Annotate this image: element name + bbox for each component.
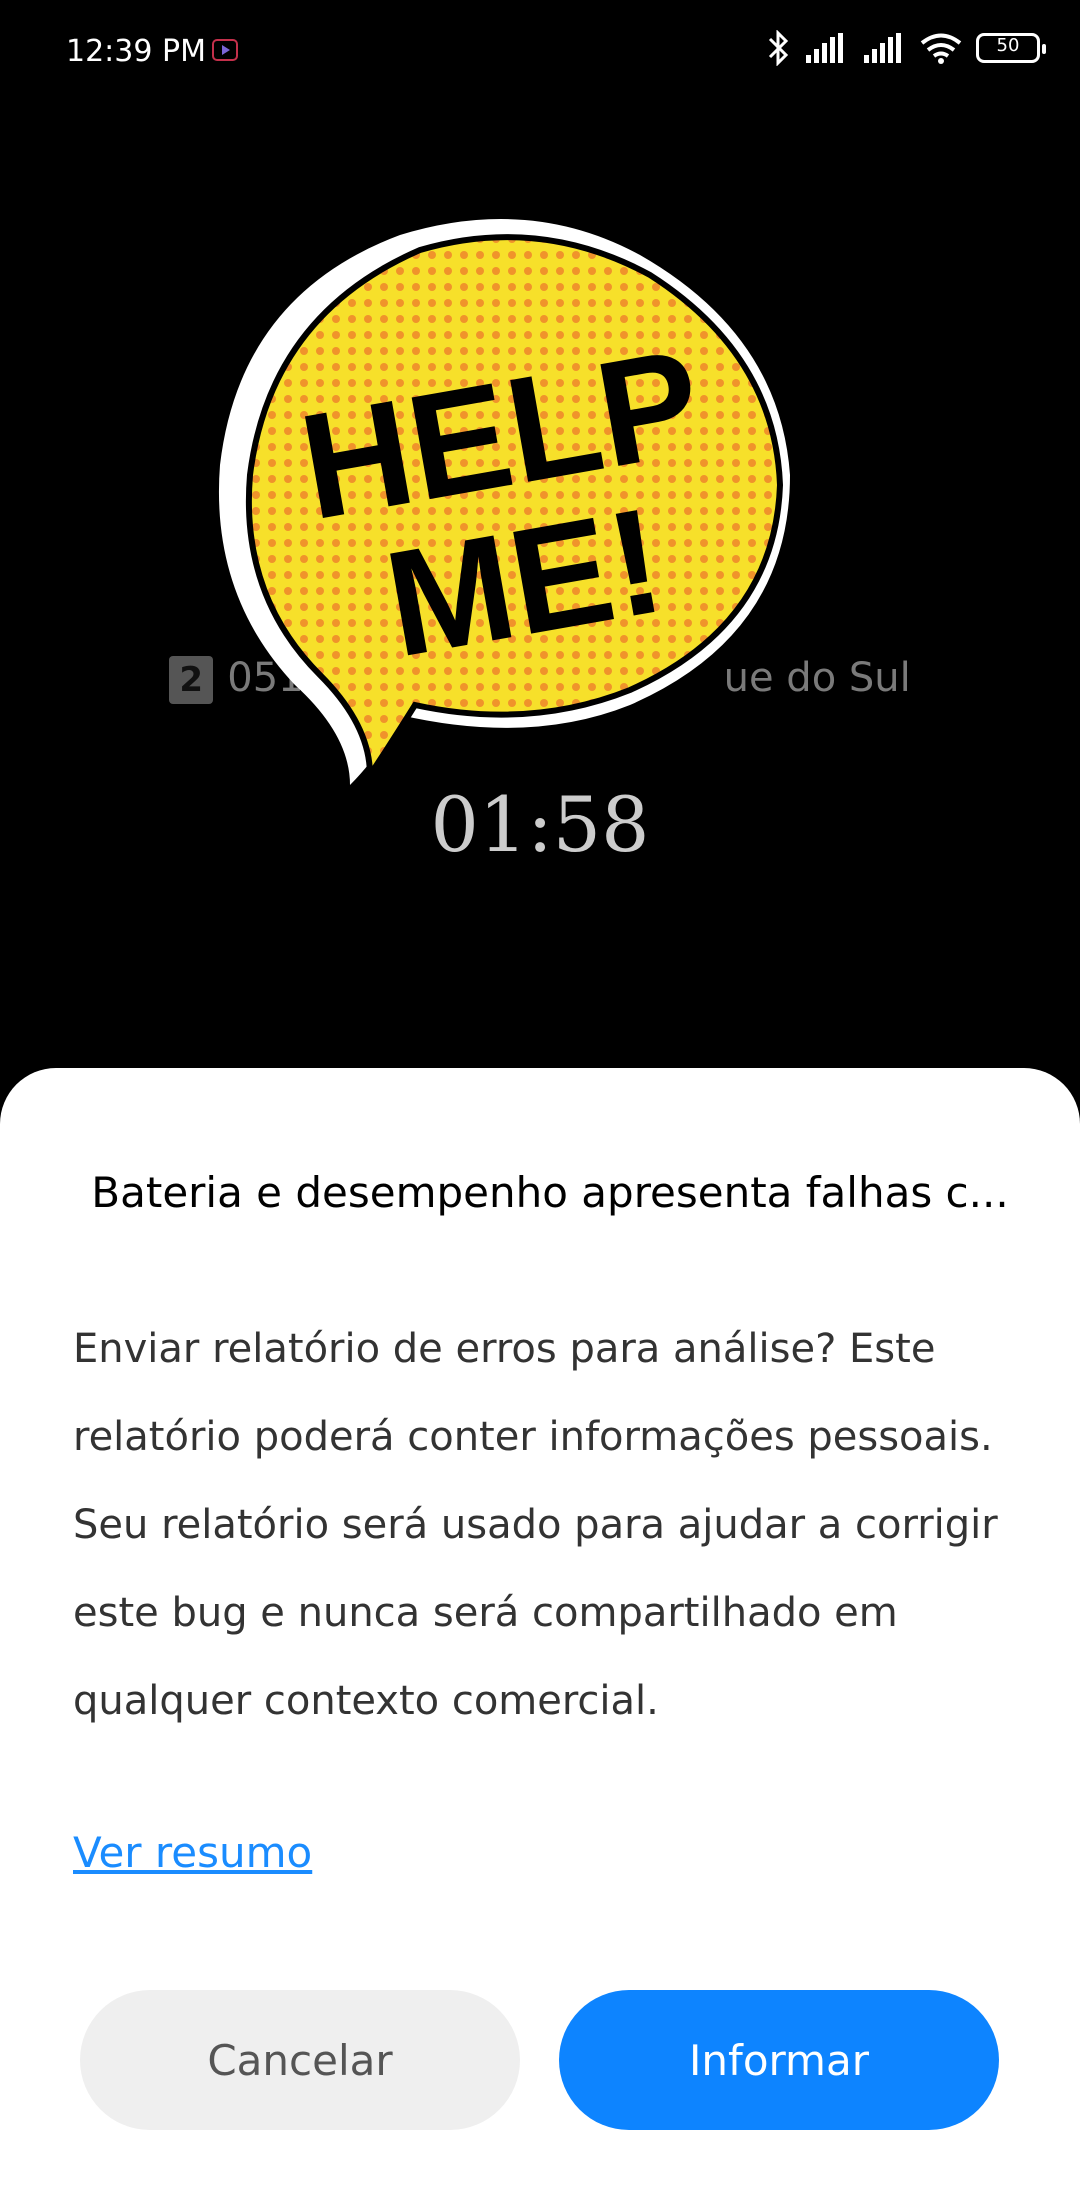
- report-button[interactable]: Informar: [559, 1990, 999, 2130]
- dialog-title: Bateria e desempenho apresenta falhas c.…: [91, 1168, 1009, 1217]
- battery-icon: 50: [976, 33, 1046, 63]
- status-time: 12:39 PM: [66, 34, 206, 69]
- status-bar: 12:39 PM 50: [0, 0, 1080, 100]
- dialog-message: Enviar relatório de erros para análise? …: [73, 1305, 1013, 1745]
- signal-sim1-icon: [804, 33, 848, 63]
- status-icons: 50: [766, 30, 1046, 66]
- cancel-button[interactable]: Cancelar: [80, 1990, 520, 2130]
- bluetooth-icon: [766, 30, 790, 66]
- youtube-notification-icon: [212, 39, 238, 61]
- battery-level-text: 50: [996, 35, 1020, 56]
- wifi-icon: [920, 32, 962, 64]
- dialog-message-text: Enviar relatório de erros para análise? …: [73, 1326, 998, 1724]
- view-summary-link[interactable]: Ver resumo: [73, 1828, 312, 1877]
- signal-sim2-icon: [862, 33, 906, 63]
- help-me-sticker: HELP ME!: [218, 219, 790, 785]
